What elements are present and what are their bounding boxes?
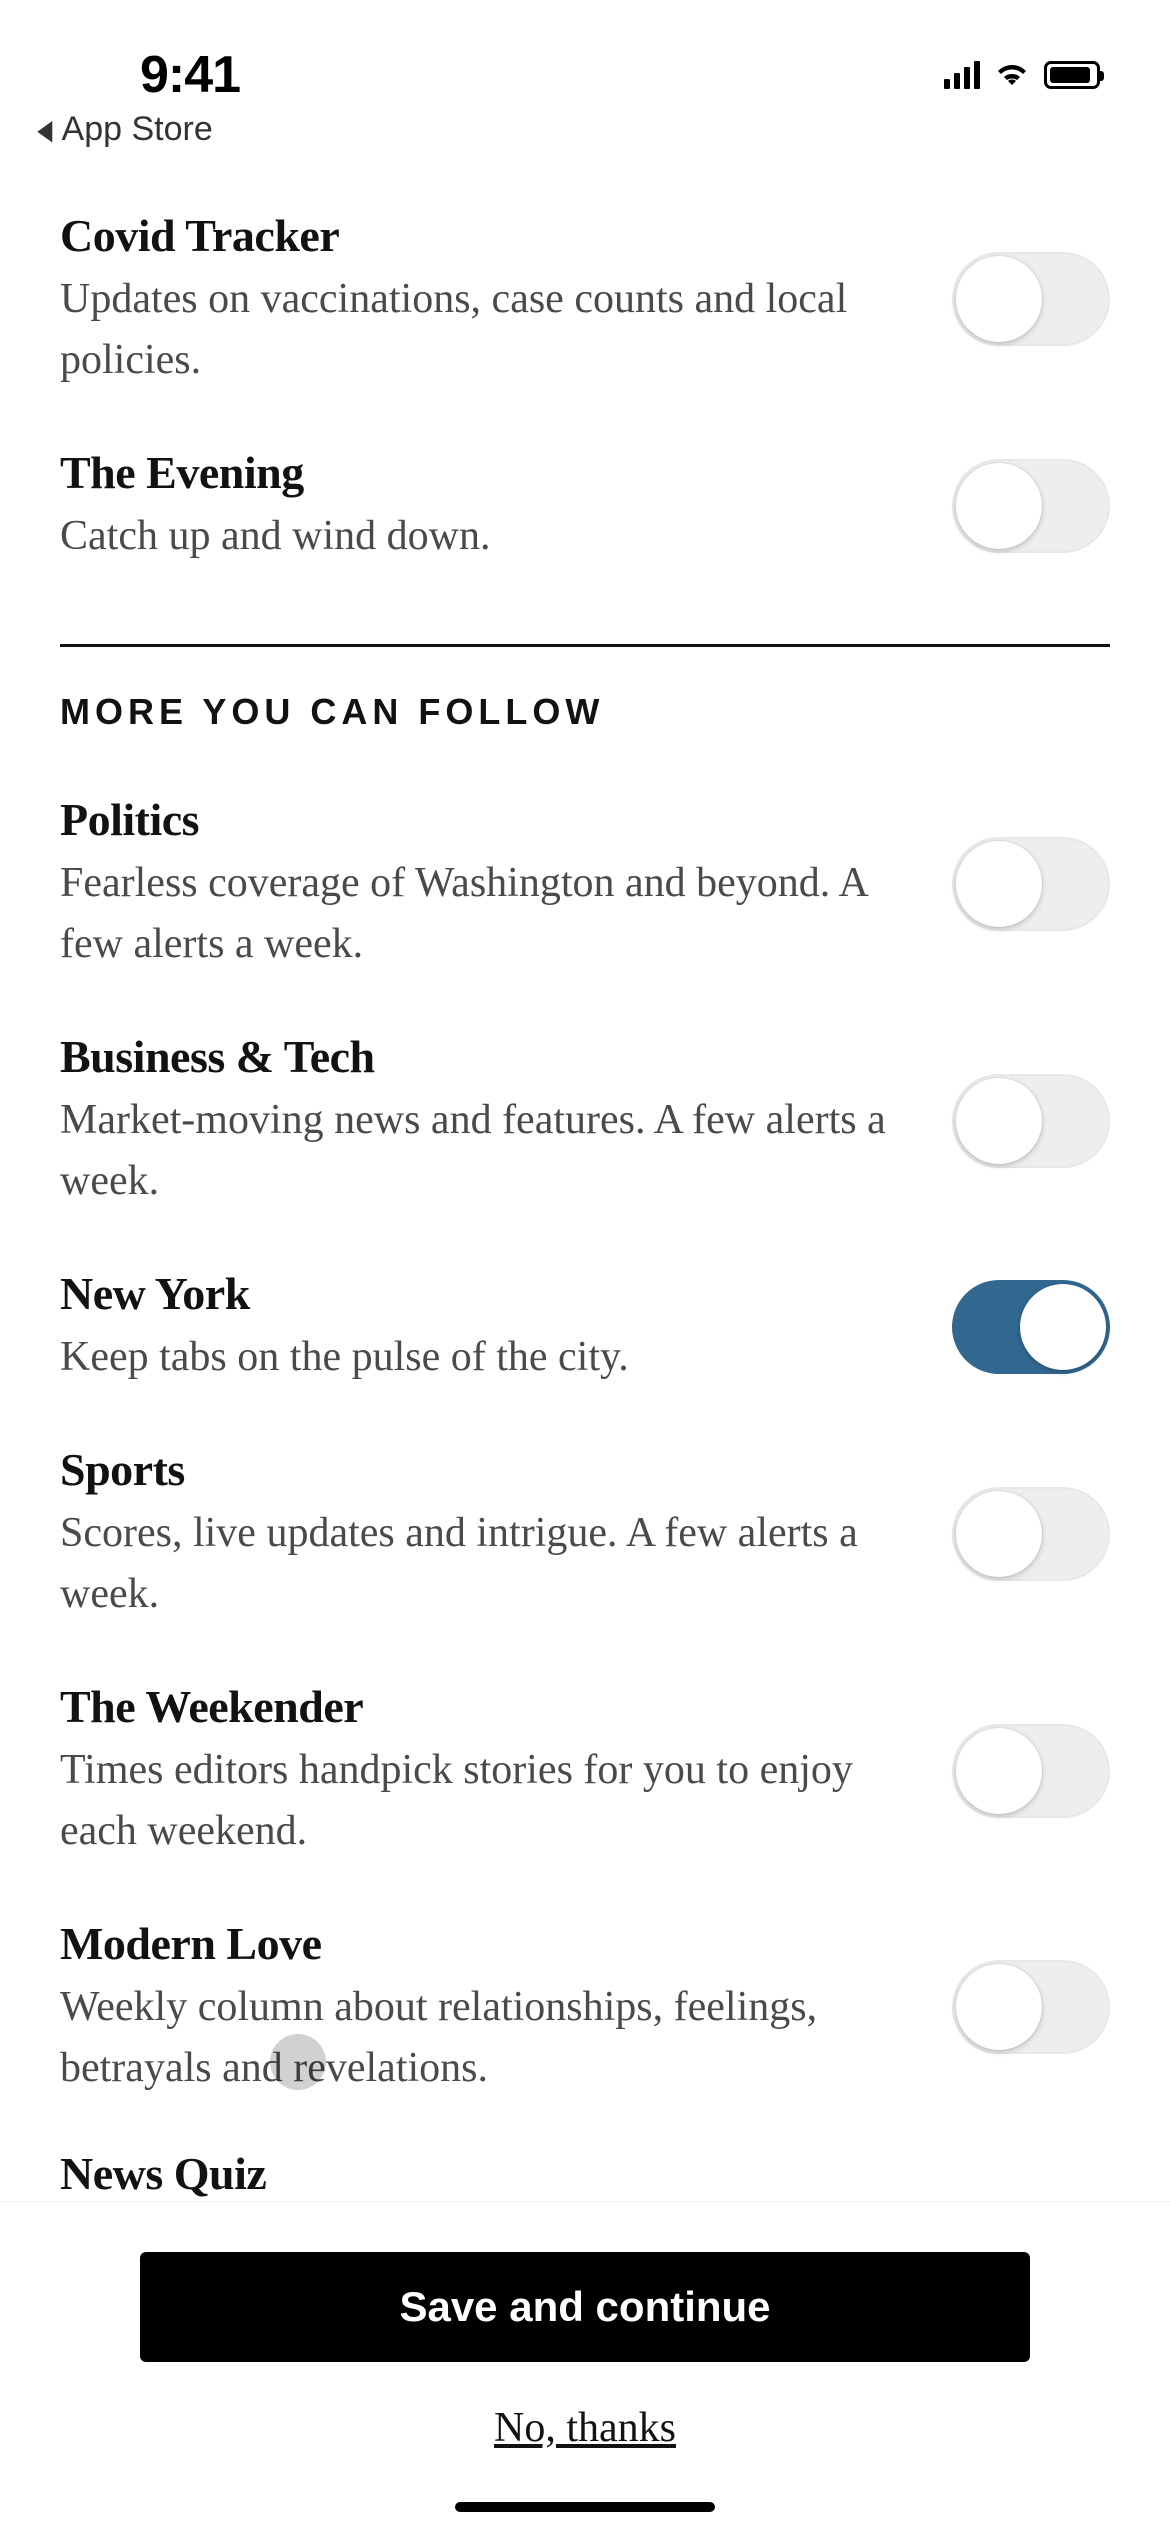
save-and-continue-button[interactable]: Save and continue <box>140 2252 1030 2362</box>
newsletter-item-the-evening: The Evening Catch up and wind down. <box>60 418 1110 594</box>
newsletter-item-politics: Politics Fearless coverage of Washington… <box>60 765 1110 1002</box>
home-indicator[interactable] <box>455 2502 715 2512</box>
settings-list: Covid Tracker Updates on vaccinations, c… <box>0 181 1170 2201</box>
footer-actions: Save and continue No, thanks <box>0 2201 1170 2532</box>
toggle-modern-love[interactable] <box>952 1960 1110 2054</box>
newsletter-item-new-york: New York Keep tabs on the pulse of the c… <box>60 1239 1110 1415</box>
item-desc: Fearless coverage of Washington and beyo… <box>60 853 912 975</box>
section-header-more-follow: MORE YOU CAN FOLLOW <box>60 691 1110 733</box>
section-divider <box>60 644 1110 647</box>
newsletter-item-sports: Sports Scores, live updates and intrigue… <box>60 1415 1110 1652</box>
item-title: The Weekender <box>60 1679 912 1734</box>
item-desc: Catch up and wind down. <box>60 506 912 567</box>
cellular-signal-icon <box>944 61 980 89</box>
back-arrow-icon: ◀ <box>37 113 52 146</box>
item-desc: Weekly column about relationships, feeli… <box>60 1977 912 2099</box>
newsletter-item-the-weekender: The Weekender Times editors handpick sto… <box>60 1652 1110 1889</box>
item-desc: Times editors handpick stories for you t… <box>60 1740 912 1862</box>
wifi-icon <box>994 61 1030 89</box>
back-label: App Store <box>62 110 213 149</box>
no-thanks-link[interactable]: No, thanks <box>140 2404 1030 2452</box>
item-desc: Keep tabs on the pulse of the city. <box>60 1327 912 1388</box>
item-title: Modern Love <box>60 1916 912 1971</box>
toggle-covid-tracker[interactable] <box>952 252 1110 346</box>
item-desc: Scores, live updates and intrigue. A few… <box>60 1503 912 1625</box>
item-title: Business & Tech <box>60 1029 912 1084</box>
item-title: The Evening <box>60 445 912 500</box>
item-desc: Market-moving news and features. A few a… <box>60 1090 912 1212</box>
newsletter-item-modern-love: Modern Love Weekly column about relation… <box>60 1889 1110 2126</box>
item-title: Sports <box>60 1442 912 1497</box>
item-desc: Updates on vaccinations, case counts and… <box>60 269 912 391</box>
status-time: 9:41 <box>140 45 240 105</box>
back-to-app-store[interactable]: ◀ App Store <box>0 110 1170 181</box>
toggle-the-weekender[interactable] <box>952 1724 1110 1818</box>
toggle-the-evening[interactable] <box>952 459 1110 553</box>
toggle-politics[interactable] <box>952 837 1110 931</box>
item-title: Covid Tracker <box>60 208 912 263</box>
item-title: Politics <box>60 792 912 847</box>
item-title: News Quiz <box>60 2146 1110 2201</box>
toggle-new-york[interactable] <box>952 1280 1110 1374</box>
newsletter-item-business-tech: Business & Tech Market-moving news and f… <box>60 1002 1110 1239</box>
newsletter-item-covid-tracker: Covid Tracker Updates on vaccinations, c… <box>60 181 1110 418</box>
toggle-sports[interactable] <box>952 1487 1110 1581</box>
status-icons <box>944 61 1120 89</box>
item-title: New York <box>60 1266 912 1321</box>
status-bar: 9:41 <box>0 0 1170 110</box>
toggle-business-tech[interactable] <box>952 1074 1110 1168</box>
newsletter-item-news-quiz: News Quiz <box>60 2146 1110 2201</box>
battery-icon <box>1044 61 1100 89</box>
